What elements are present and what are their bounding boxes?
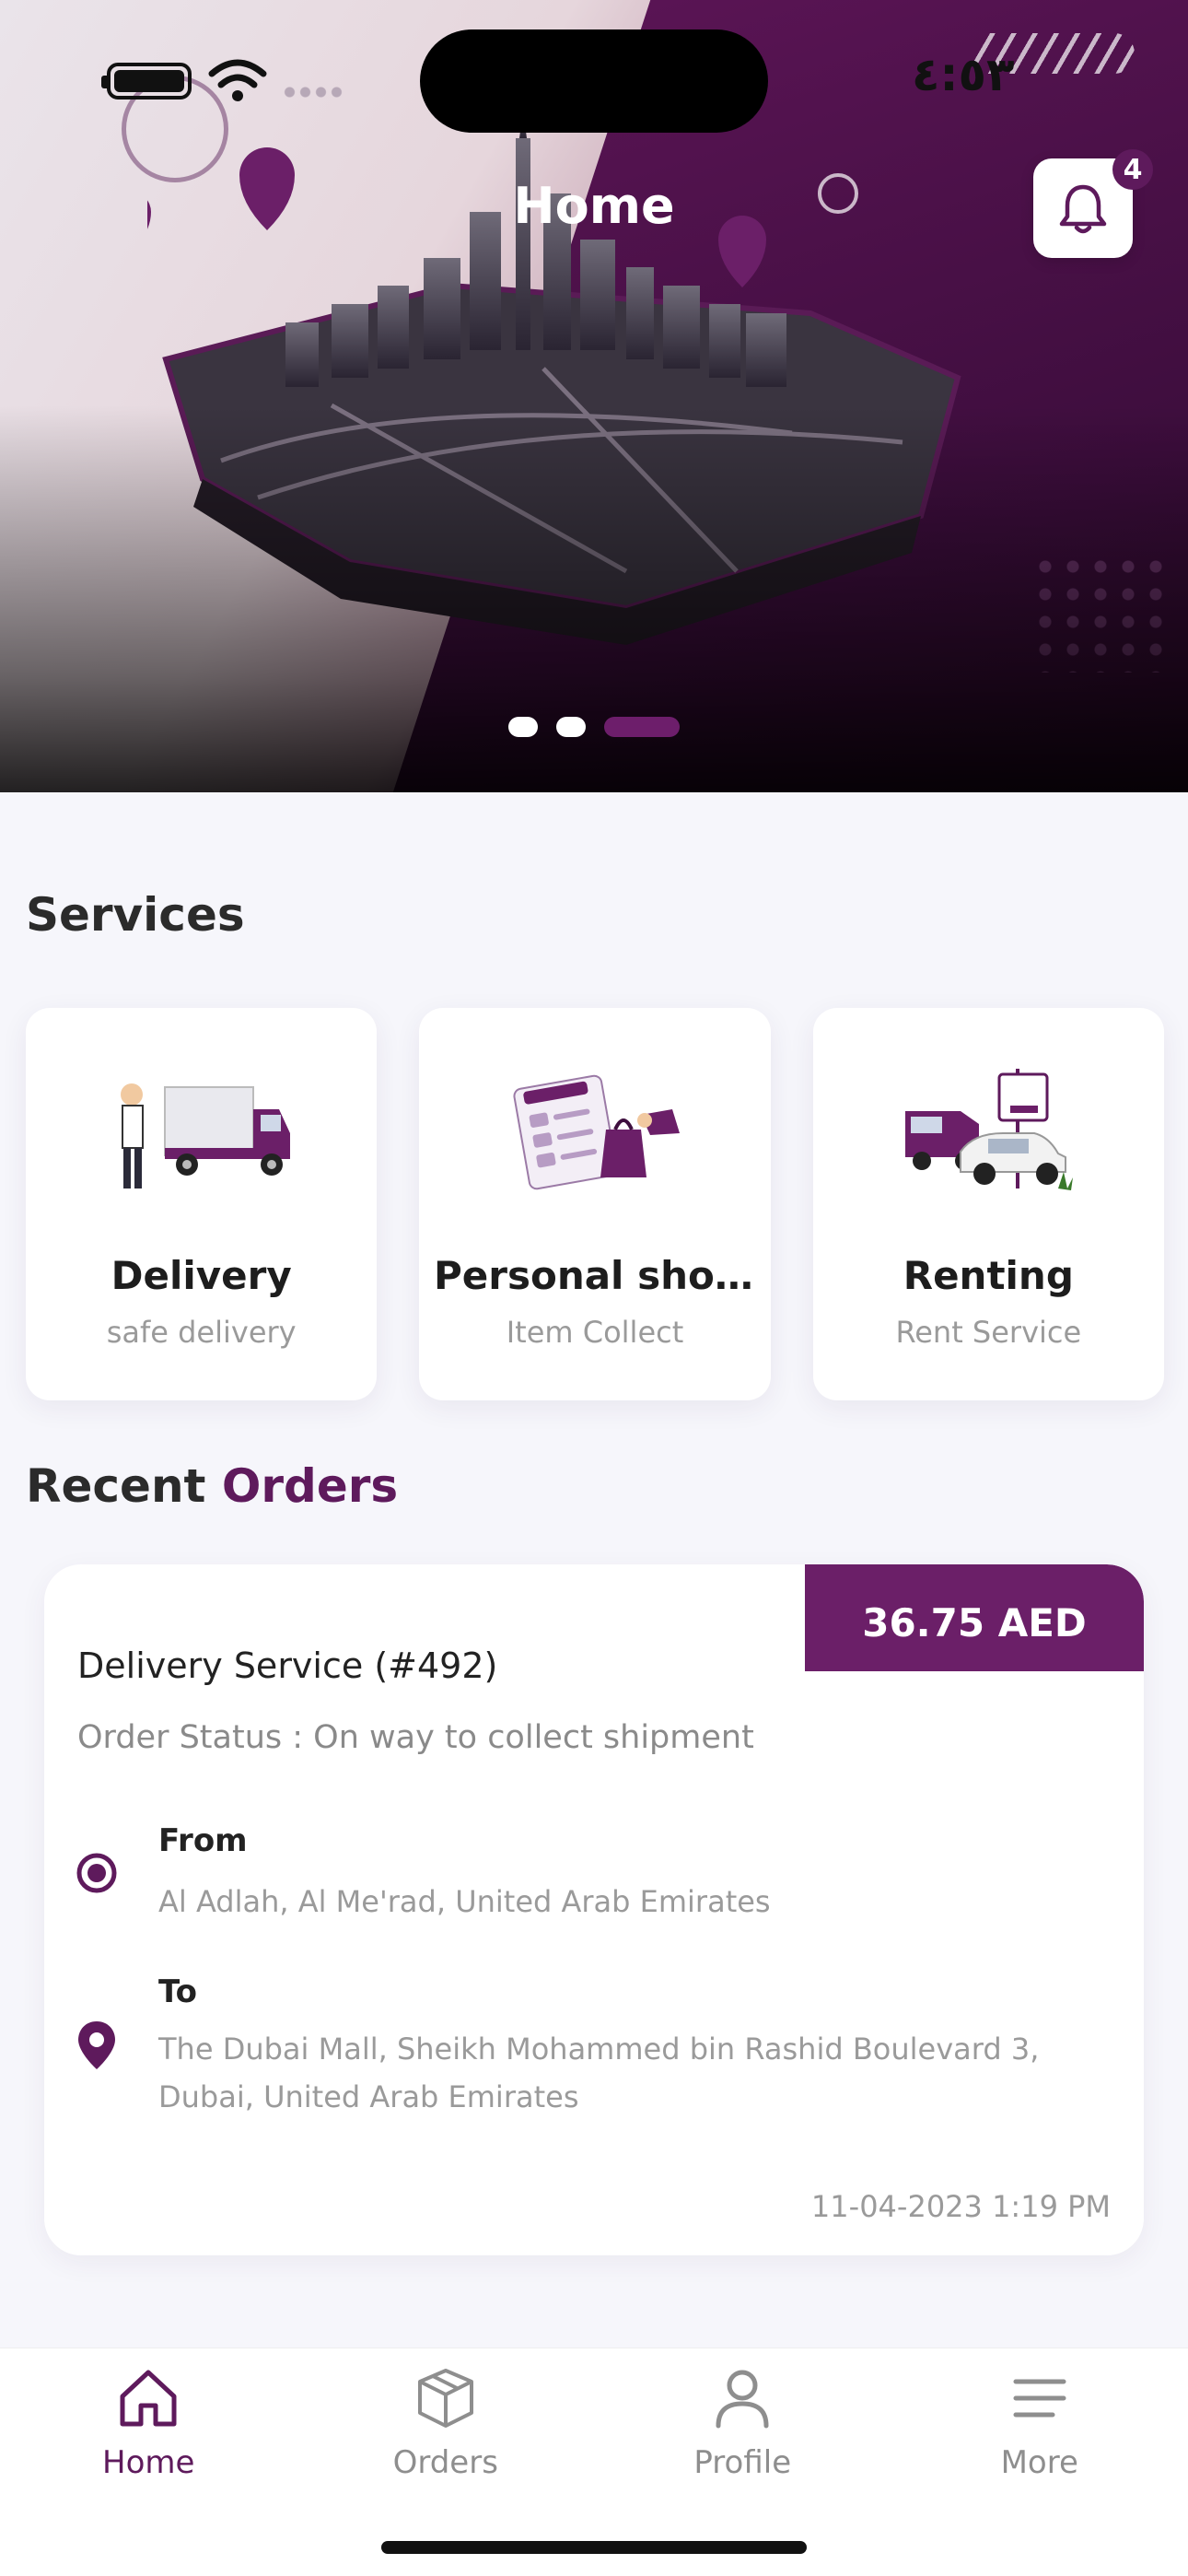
from-label: From [158, 1822, 248, 1859]
home-indicator[interactable] [381, 2541, 807, 2554]
service-card-personal-shopping[interactable]: Personal shopping Item Collect [419, 1008, 771, 1400]
nav-label: Orders [392, 2444, 498, 2481]
from-address: Al Adlah, Al Me'rad, United Arab Emirate… [158, 1884, 771, 1919]
nav-label: More [1000, 2444, 1078, 2481]
recent-orders-heading: Recent Orders [26, 1459, 398, 1513]
service-subtitle: safe delivery [106, 1315, 297, 1350]
dynamic-island [420, 29, 768, 133]
destination-pin-icon [78, 2021, 115, 2069]
to-address: The Dubai Mall, Sheikh Mohammed bin Rash… [158, 2032, 1040, 2114]
battery-icon [101, 63, 192, 100]
home-icon [120, 2370, 177, 2427]
order-title: Delivery Service (#492) [77, 1645, 498, 1686]
carousel-dot[interactable] [556, 717, 586, 737]
order-price: 36.75 AED [805, 1564, 1144, 1671]
service-title: Delivery [111, 1253, 292, 1298]
recent-orders-heading-accent: Orders [221, 1459, 399, 1513]
order-status: Order Status : On way to collect shipmen… [77, 1719, 754, 1756]
service-title: Renting [903, 1253, 1074, 1298]
carousel-dot-active[interactable] [604, 717, 680, 737]
menu-icon [1013, 2379, 1066, 2418]
delivery-truck-icon [120, 1083, 290, 1188]
service-card-renting[interactable]: Renting Rent Service [812, 1008, 1164, 1400]
nav-item-home[interactable]: Home [0, 2348, 297, 2576]
carousel-indicator[interactable] [0, 717, 1188, 737]
wifi-icon [208, 59, 267, 101]
nav-label: Profile [693, 2444, 792, 2481]
notification-badge: 4 [1112, 149, 1153, 190]
service-subtitle: Item Collect [506, 1315, 684, 1350]
user-icon [716, 2370, 769, 2429]
order-card[interactable]: 36.75 AED Delivery Service (#492) Order … [44, 1564, 1144, 2255]
services-list: Delivery safe delivery Personal shopping… [26, 1008, 1164, 1400]
nav-label: Home [102, 2444, 195, 2481]
origin-radio-icon [76, 1853, 117, 1893]
service-subtitle: Rent Service [895, 1315, 1082, 1350]
service-title: Personal shopping [433, 1253, 756, 1298]
service-card-delivery[interactable]: Delivery safe delivery [26, 1008, 378, 1400]
carousel-dot[interactable] [508, 717, 538, 737]
order-date: 11-04-2023 1:19 PM [810, 2189, 1111, 2224]
nav-item-more[interactable]: More [891, 2348, 1188, 2576]
box-icon [417, 2369, 473, 2428]
shopping-bags-icon [513, 1074, 680, 1190]
services-heading: Services [26, 888, 245, 942]
rent-vehicles-icon [905, 1069, 1074, 1190]
recent-orders-heading-part1: Recent [26, 1459, 222, 1513]
status-time: ٤:٥٣ [912, 48, 1015, 101]
cellular-signal-icon [282, 87, 346, 98]
to-label: To [158, 1973, 198, 2010]
page-title: Home [513, 177, 675, 235]
bell-icon [1059, 184, 1107, 234]
